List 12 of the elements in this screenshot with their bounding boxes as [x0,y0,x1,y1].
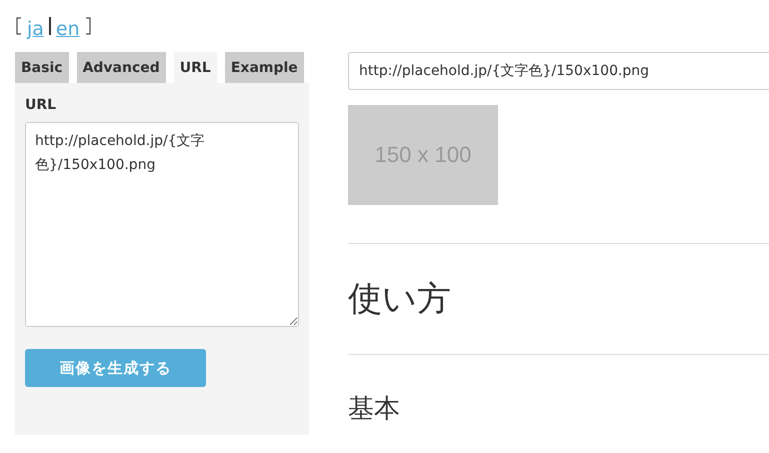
bracket-icon [16,17,22,35]
field-label: URL [25,97,58,113]
tab[interactable]: URL [174,52,217,83]
url-input-field[interactable]: http://placehold.jp/{文字色}/150x100.png [25,122,299,327]
bracket-icon [84,17,91,35]
tab[interactable]: Advanced [76,52,166,83]
separator-icon [48,17,51,35]
tab[interactable]: Basic [15,52,69,83]
tab[interactable]: Example [224,52,304,83]
section-heading: 基本 [348,394,400,424]
section-heading: 使い方 [348,278,451,321]
url-field[interactable]: http://placehold.jp/{文字色}/150x100.png [348,52,769,90]
